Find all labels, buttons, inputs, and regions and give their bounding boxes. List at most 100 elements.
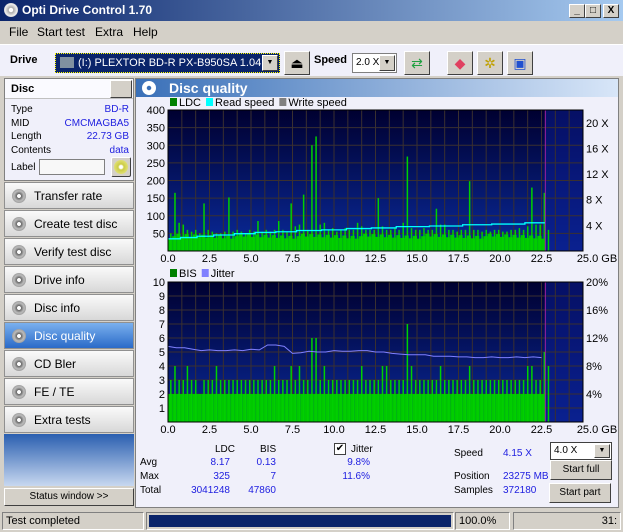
ldc-bar: [390, 229, 392, 251]
nav-verify-test-disc[interactable]: Verify test disc: [4, 238, 134, 265]
drive-select[interactable]: (I:) PLEXTOR BD-R PX-B950SA 1.04 ▼: [55, 53, 280, 73]
ldc-bar: [261, 231, 263, 251]
minimize-button[interactable]: _: [569, 4, 585, 18]
status-window-button[interactable]: Status window >>: [4, 488, 134, 506]
menu-extra[interactable]: Extra: [95, 25, 123, 39]
bis-bar: [236, 380, 238, 422]
y-tick: 2: [159, 389, 165, 401]
nav-disc-quality[interactable]: Disc quality: [4, 322, 134, 349]
bis-bar: [485, 380, 487, 422]
bis-bar: [170, 380, 172, 422]
maximize-button[interactable]: □: [585, 4, 601, 18]
nav-create-test-disc[interactable]: Create test disc: [4, 210, 134, 237]
x-tick: 2.5: [202, 424, 217, 436]
ldc-bar: [377, 198, 380, 251]
start-part-button[interactable]: Start part: [549, 483, 611, 503]
label-disc-button[interactable]: [111, 157, 131, 177]
bis-bar: [290, 366, 292, 422]
y-tick: 300: [147, 140, 165, 152]
nav-drive-info[interactable]: Drive info: [4, 266, 134, 293]
eject-button[interactable]: ⏏: [284, 51, 310, 75]
bis-bar: [369, 380, 371, 422]
ldc-bar: [290, 203, 292, 251]
ldc-bar: [369, 229, 371, 251]
bis-bar: [232, 380, 234, 422]
ldc-bar: [311, 145, 313, 251]
ldc-bar: [419, 229, 421, 251]
x-tick: 12.5: [365, 424, 386, 436]
nav-transfer-rate[interactable]: Transfer rate: [4, 182, 134, 209]
menu-file[interactable]: File: [9, 25, 28, 39]
close-button[interactable]: X: [603, 4, 619, 18]
ldc-bar: [356, 222, 359, 251]
menu-start-test[interactable]: Start test: [37, 25, 85, 39]
ldc-bar: [497, 229, 500, 251]
jitter-checkbox[interactable]: ✔: [334, 443, 346, 455]
start-full-button[interactable]: Start full: [550, 460, 612, 480]
ldc-bar: [468, 181, 471, 251]
bis-bar: [518, 380, 521, 422]
bis-bar: [174, 366, 176, 422]
avg-jitter: 9.8%: [347, 457, 370, 468]
menu-help[interactable]: Help: [133, 25, 158, 39]
ldc-bar: [414, 229, 417, 251]
test-speed-value: 4.0 X: [554, 445, 578, 456]
chevron-down-icon[interactable]: ▼: [594, 444, 610, 458]
legend-read-speed: Read speed: [215, 97, 274, 109]
max-label: Max: [140, 471, 159, 482]
ldc-bar: [522, 229, 525, 251]
disc-panel-button[interactable]: [110, 80, 132, 98]
bis-bar: [522, 380, 525, 422]
label-input[interactable]: [39, 159, 105, 175]
window-title: Opti Drive Control 1.70: [22, 3, 153, 17]
chevron-down-icon[interactable]: ▼: [262, 55, 278, 71]
ldc-bar: [502, 231, 504, 251]
menu-bar: File Start test Extra Help: [0, 22, 623, 40]
ldc-bar: [203, 203, 205, 251]
ldc-bar: [443, 224, 446, 251]
erase-button[interactable]: ◆: [447, 51, 473, 75]
max-ldc: 325: [213, 471, 230, 482]
bis-bar: [439, 366, 442, 422]
ldc-bar: [514, 229, 517, 251]
ldc-bar: [315, 136, 317, 251]
ldc-bar: [277, 221, 280, 251]
ldc-bar: [352, 229, 355, 251]
ldc-bar: [294, 226, 297, 251]
nav-fe-te[interactable]: FE / TE: [4, 378, 134, 405]
jitter-label: Jitter: [351, 444, 373, 455]
y-tick: 100: [147, 211, 165, 223]
avg-label: Avg: [140, 457, 158, 468]
ldc-bar: [518, 228, 521, 251]
floppy-icon: ▣: [513, 55, 527, 71]
ldc-bar: [336, 231, 338, 251]
x-tick: 5.0: [243, 253, 258, 265]
chevron-down-icon[interactable]: ▼: [379, 55, 395, 71]
bis-bar: [273, 366, 276, 422]
y-tick: 50: [153, 228, 165, 240]
settings-button[interactable]: ✲: [477, 51, 503, 75]
speed-select[interactable]: 2.0 X ▼: [352, 53, 397, 73]
ldc-bar: [489, 231, 492, 251]
progress-bar: [146, 512, 454, 530]
x-tick: 7.5: [285, 253, 300, 265]
bis-bar: [360, 366, 363, 422]
bis-bar: [311, 338, 313, 422]
save-button[interactable]: ▣: [507, 51, 533, 75]
mid-label: MID: [11, 118, 30, 129]
bis-bar: [477, 380, 479, 422]
ldc-bar: [406, 156, 409, 251]
status-bar: Test completed 100.0% 31:: [0, 510, 623, 532]
nav-cd-bler[interactable]: CD Bler: [4, 350, 134, 377]
bis-bar: [423, 380, 425, 422]
refresh-button[interactable]: ⇄: [404, 51, 430, 75]
x-tick: 20.0: [489, 424, 510, 436]
nav-extra-tests[interactable]: Extra tests: [4, 406, 134, 433]
bis-bar: [448, 380, 450, 422]
nav-disc-info[interactable]: Disc info: [4, 294, 134, 321]
charts: LDC Read speed Write speed4003503002502001…: [147, 97, 618, 436]
x-tick: 20.0: [489, 253, 510, 265]
bis-bar: [190, 380, 193, 422]
test-speed-select[interactable]: 4.0 X ▼: [550, 442, 612, 460]
disc-icon: [12, 329, 26, 343]
